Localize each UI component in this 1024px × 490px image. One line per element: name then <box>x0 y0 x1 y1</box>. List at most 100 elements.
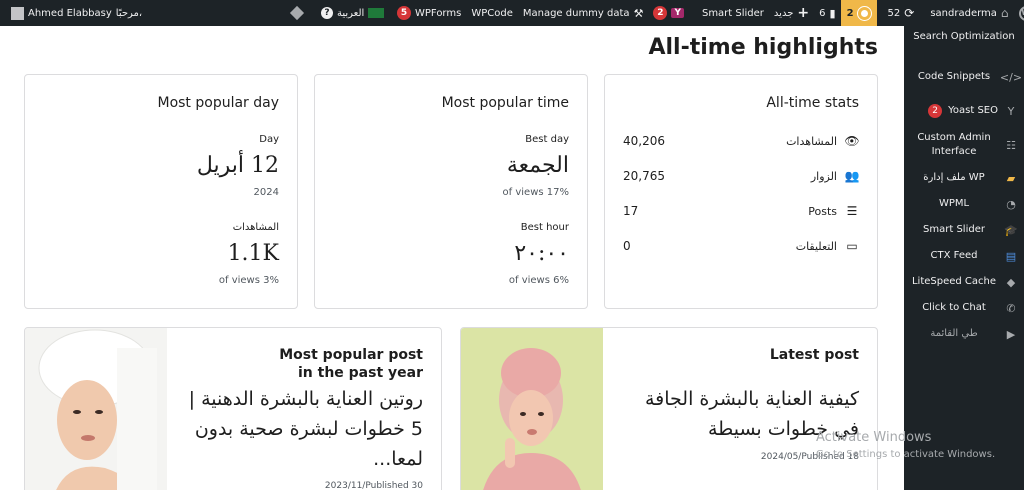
sliders-icon: ☷ <box>1006 138 1016 152</box>
alltime-stats-card: All-time stats 40,206 المشاهدات 👁 20,765 … <box>604 74 878 309</box>
comments-menu[interactable]: 6 ▮ <box>814 0 840 26</box>
sidebar-item-ctx-feed[interactable]: ▤ CTX Feed <box>904 249 1024 263</box>
sidebar-item-litespeed-cache[interactable]: ◆ LiteSpeed Cache <box>904 275 1024 289</box>
wpforms-label: WPForms <box>415 7 462 19</box>
yoast-menu[interactable]: 2 Y <box>648 0 689 26</box>
sidebar-item-label: WPML <box>938 198 970 209</box>
feed-icon: ▤ <box>1005 249 1017 263</box>
sidebar-item-label: Yoast SEO <box>948 105 998 116</box>
sidebar-item-label: LiteSpeed Cache <box>911 276 997 287</box>
sidebar-item-smart-slider[interactable]: 🎓 Smart Slider <box>904 223 1024 237</box>
main-content: All-time highlights All-time stats 40,20… <box>0 26 904 490</box>
best-day-sub: of views 17% <box>502 187 569 198</box>
smart-slider-label: Smart Slider <box>701 7 764 19</box>
greeting: مرحبًا، <box>115 7 143 19</box>
popular-post-card[interactable]: Most popular post in the past year روتين… <box>24 327 442 490</box>
updates-count: 2 <box>846 7 854 19</box>
wordpress-icon: W <box>1018 5 1024 21</box>
yoast-icon: Y <box>671 8 684 18</box>
views-value: 1.1K <box>227 241 279 266</box>
sidebar-item-collapse-menu[interactable]: ▶ طي القائمة <box>904 327 1024 341</box>
sidebar-item-label: Custom Admin Interface <box>917 132 991 157</box>
help-icon: ? <box>321 7 333 19</box>
hammer-icon: ⚒ <box>633 6 644 20</box>
wpcode-label: WPCode <box>471 7 513 19</box>
my-account-menu[interactable]: Ahmed Elabbasy مرحبًا، <box>6 0 147 26</box>
new-label: جديد <box>773 7 794 19</box>
smart-slider-menu[interactable]: Smart Slider <box>697 0 769 26</box>
latest-post-card[interactable]: Latest post كيفية العناية بالبشرة الجافة… <box>460 327 878 490</box>
sidebar-item-label: CTX Feed <box>930 250 978 261</box>
stat-label: التعليقات <box>795 239 837 253</box>
stat-value: 20,765 <box>623 169 665 183</box>
card-title: All-time stats <box>766 95 859 111</box>
stat-row-comments: 0 التعليقات ▭ <box>623 239 859 253</box>
home-icon: ⌂ <box>1000 6 1009 20</box>
sidebar-item-click-to-chat[interactable]: ✆ Click to Chat <box>904 301 1024 315</box>
wpforms-badge: 5 <box>397 6 411 20</box>
wpml-icon: ◔ <box>1006 197 1016 211</box>
wpcode-menu[interactable]: WPCode <box>466 0 518 26</box>
latest-post-title[interactable]: كيفية العناية بالبشرة الجافة في خطوات بس… <box>619 384 859 444</box>
wp-logo-menu[interactable]: W <box>1014 0 1024 26</box>
views-label: المشاهدات <box>232 222 279 233</box>
new-content-menu[interactable]: جديد + <box>769 0 814 26</box>
list-icon: ☰ <box>846 204 858 218</box>
wpforms-menu[interactable]: 5 WPForms <box>392 0 466 26</box>
post-heading: Latest post <box>769 347 859 363</box>
stat-row-visitors: 20,765 الزوار 👥 <box>623 169 859 183</box>
sidebar-item-wp-file-manager[interactable]: ▰ ملف إدارة WP <box>904 171 1024 185</box>
sidebar-item-label: Click to Chat <box>922 302 986 313</box>
popular-post-image[interactable] <box>25 328 167 490</box>
collapse-icon: ▶ <box>1006 327 1016 341</box>
sidebar-item-label: Smart Slider <box>923 224 985 235</box>
language-switcher[interactable]: ? العربية <box>316 0 389 26</box>
sidebar-item-code-snippets[interactable]: </> Code Snippets <box>904 70 1024 84</box>
diamond-icon: ◆ <box>1006 275 1016 289</box>
best-hour-label: Best hour <box>520 222 569 233</box>
dummy-data-menu[interactable]: Manage dummy data ⚒ <box>518 0 649 26</box>
sidebar-item-label: ملف إدارة WP <box>923 172 985 183</box>
sidebar-item-label: طي القائمة <box>930 328 978 339</box>
sidebar-item-wpml[interactable]: ◔ WPML <box>904 197 1024 211</box>
stat-value: 17 <box>623 204 639 218</box>
sidebar-item-search-optimization[interactable]: Search Optimization <box>904 30 1024 44</box>
card-title: Most popular day <box>157 95 279 111</box>
comments-count: 6 <box>819 7 826 19</box>
sidebar-item-label: Search Optimization <box>913 31 1015 42</box>
comment-icon: ▮ <box>829 6 836 20</box>
page-title: All-time highlights <box>648 35 878 60</box>
site-name-menu[interactable]: sandraderma ⌂ <box>925 0 1013 26</box>
graduation-icon: 🎓 <box>1004 223 1018 237</box>
card-title: Most popular time <box>441 95 569 111</box>
best-hour-value: ٢٠:٠٠ <box>514 241 569 266</box>
popular-day-card: Most popular day Day 12 أبريل 2024 المشا… <box>24 74 298 309</box>
post-heading-line2: in the past year <box>297 365 423 381</box>
updates-menu[interactable]: 2 <box>840 0 877 26</box>
best-day-label: Best day <box>525 134 569 145</box>
stat-row-posts: 17 Posts ☰ <box>623 204 859 218</box>
yoast-badge: 2 <box>653 6 668 20</box>
diamond-icon[interactable] <box>289 5 305 21</box>
popular-post-title[interactable]: روتين العناية بالبشرة الدهنية | 5 خطوات … <box>183 384 423 474</box>
views-sub: of views 3% <box>218 275 279 286</box>
avatar <box>11 6 24 20</box>
day-year: 2024 <box>253 187 279 198</box>
language-label: العربية <box>337 7 365 19</box>
sidebar-item-yoast-seo[interactable]: Y Yoast SEO 2 <box>904 104 1024 118</box>
plus-icon: + <box>797 5 810 21</box>
stat-row-views: 40,206 المشاهدات 👁 <box>623 134 860 148</box>
whatsapp-icon: ✆ <box>1006 301 1016 315</box>
post-heading: Most popular post in the past year <box>279 346 423 382</box>
latest-post-date: 2024/05/Published 18 <box>760 452 859 462</box>
stat-value: 40,206 <box>623 134 665 148</box>
admin-sidebar: Search Optimization </> Code Snippets Y … <box>904 26 1024 490</box>
popular-time-card: Most popular time Best day الجمعة of vie… <box>314 74 588 309</box>
sidebar-item-custom-admin-interface[interactable]: ☷ Custom Admin Interface <box>904 131 1024 159</box>
sync-menu[interactable]: 52 ⟳ <box>883 0 920 26</box>
flag-icon <box>368 8 385 18</box>
post-heading-line1: Most popular post <box>279 347 423 363</box>
code-icon: </> <box>999 70 1023 84</box>
stat-label: المشاهدات <box>786 134 837 148</box>
latest-post-image[interactable] <box>461 328 603 490</box>
